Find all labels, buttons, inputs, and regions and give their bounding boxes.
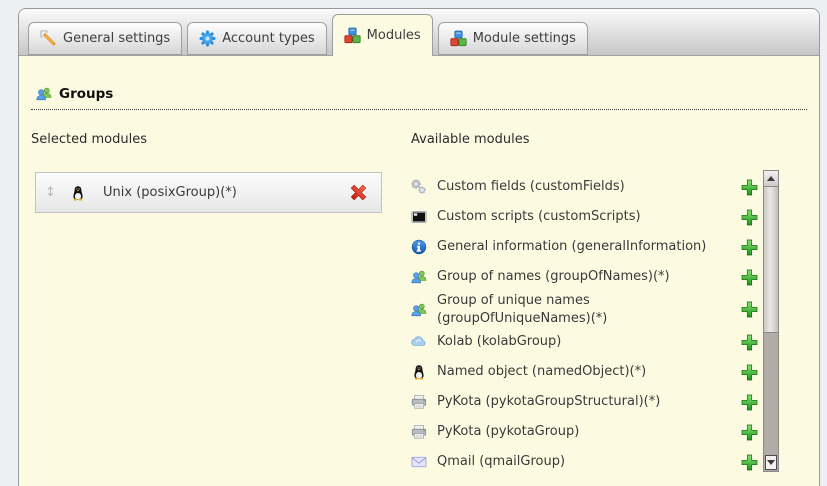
- groups-icon: [36, 86, 52, 102]
- selected-modules-heading: Selected modules: [31, 132, 397, 147]
- available-module-row: Custom scripts (customScripts): [411, 202, 758, 232]
- selected-modules-list: ↕ Unix (posixGroup)(*): [35, 172, 397, 213]
- tab-modules[interactable]: Modules: [332, 14, 433, 56]
- triangle-down-icon: [767, 460, 775, 465]
- scroll-down-button[interactable]: [765, 455, 777, 470]
- tab-module-settings[interactable]: Module settings: [438, 22, 588, 55]
- available-modules-list: Custom fields (customFields) Custom scri…: [411, 172, 758, 477]
- triangle-up-icon: [767, 176, 775, 181]
- blocks-icon: [344, 27, 361, 44]
- mail-icon: [411, 454, 428, 470]
- add-module-button[interactable]: [741, 454, 758, 471]
- add-module-button[interactable]: [741, 179, 758, 196]
- tab-bar: General settings Account types Modules M…: [19, 9, 819, 56]
- available-module-row: Kolab (kolabGroup): [411, 327, 758, 357]
- scrollbar-thumb[interactable]: [764, 187, 778, 333]
- add-module-button[interactable]: [741, 301, 758, 318]
- tux-icon: [70, 185, 86, 201]
- available-module-row: Group of names (groupOfNames)(*): [411, 262, 758, 292]
- available-modules-heading: Available modules: [411, 132, 807, 147]
- blocks-icon: [450, 30, 467, 47]
- remove-module-button[interactable]: [349, 183, 368, 202]
- selected-module-row[interactable]: ↕ Unix (posixGroup)(*): [35, 172, 382, 213]
- available-module-row: Named object (namedObject)(*): [411, 357, 758, 387]
- wrench-icon: [40, 30, 57, 47]
- add-module-button[interactable]: [741, 239, 758, 256]
- tux-icon: [411, 364, 428, 380]
- tab-general-settings[interactable]: General settings: [28, 22, 182, 55]
- terminal-icon: [411, 209, 428, 225]
- add-module-button[interactable]: [741, 394, 758, 411]
- gear-icon: [199, 30, 216, 47]
- scroll-up-button[interactable]: [764, 171, 778, 187]
- available-modules-column: Available modules Custom fields (customF…: [411, 132, 807, 477]
- drag-handle-icon[interactable]: ↕: [45, 185, 62, 200]
- add-module-button[interactable]: [741, 334, 758, 351]
- printer-icon: [411, 424, 428, 440]
- tab-content: Groups Selected modules ↕ Unix (posixGro…: [19, 56, 819, 477]
- group-icon: [411, 269, 428, 285]
- scrollbar[interactable]: [763, 170, 779, 472]
- tab-account-types[interactable]: Account types: [187, 22, 326, 55]
- settings-panel: General settings Account types Modules M…: [18, 8, 820, 486]
- kolab-icon: [411, 334, 428, 350]
- section-title: Groups: [59, 86, 113, 102]
- available-module-row: Custom fields (customFields): [411, 172, 758, 202]
- gears-icon: [411, 179, 428, 195]
- add-module-button[interactable]: [741, 364, 758, 381]
- add-module-button[interactable]: [741, 209, 758, 226]
- available-module-row: PyKota (pykotaGroupStructural)(*): [411, 387, 758, 417]
- available-module-row: Qmail (qmailGroup): [411, 447, 758, 477]
- available-module-row: Group of unique names (groupOfUniqueName…: [411, 292, 758, 327]
- add-module-button[interactable]: [741, 269, 758, 286]
- available-module-row: PyKota (pykotaGroup): [411, 417, 758, 447]
- selected-modules-column: Selected modules ↕ Unix (posixGroup)(*): [31, 132, 397, 477]
- add-module-button[interactable]: [741, 424, 758, 441]
- available-module-row: General information (generalInformation): [411, 232, 758, 262]
- group-icon: [411, 302, 428, 318]
- section-header: Groups: [31, 86, 807, 110]
- info-icon: [411, 239, 428, 255]
- printer-icon: [411, 394, 428, 410]
